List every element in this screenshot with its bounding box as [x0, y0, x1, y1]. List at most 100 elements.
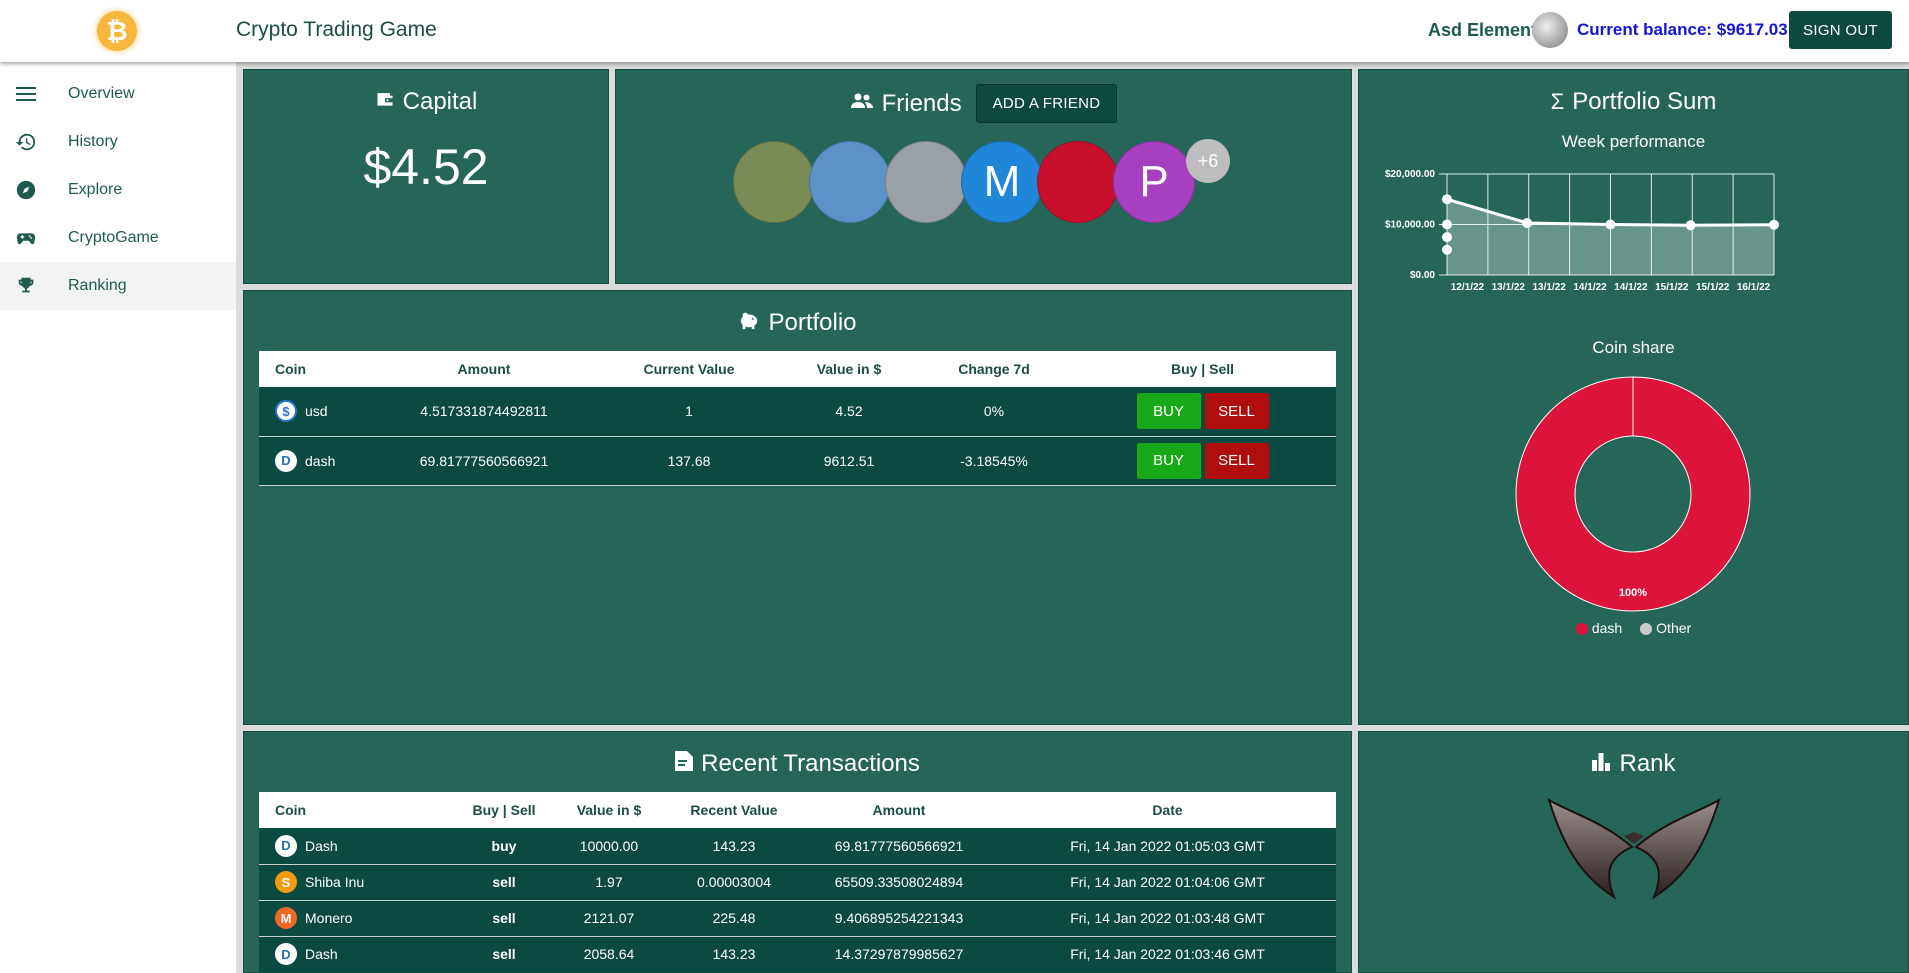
- column-header: Recent Value: [669, 792, 799, 828]
- portfolio-title-text: Portfolio: [768, 309, 857, 336]
- menu-icon: [14, 82, 38, 106]
- bar-chart-icon: [1591, 750, 1611, 778]
- monero-icon: M: [275, 907, 297, 929]
- coin-name: dash: [305, 452, 336, 469]
- add-friend-button[interactable]: ADD A FRIEND: [975, 84, 1118, 123]
- amount-cell: 69.81777560566921: [369, 436, 599, 486]
- transactions-table: Coin Buy | Sell Value in $ Recent Value …: [259, 792, 1336, 972]
- transactions-title-text: Recent Transactions: [701, 750, 920, 777]
- buy-button[interactable]: BUY: [1136, 442, 1201, 479]
- data-point[interactable]: [1769, 219, 1779, 230]
- data-point[interactable]: [1685, 220, 1696, 231]
- data-point[interactable]: [1442, 219, 1452, 230]
- column-header: Value in $: [779, 351, 919, 387]
- sidebar-item-label: CryptoGame: [68, 229, 159, 246]
- recent-value-cell: 143.23: [669, 936, 799, 972]
- history-icon: [14, 130, 38, 154]
- portfolio-title: Portfolio: [244, 309, 1351, 337]
- sidebar-item-ranking[interactable]: Ranking: [0, 262, 236, 310]
- bitcoin-logo-icon[interactable]: ₿: [97, 11, 137, 51]
- people-icon: [850, 90, 874, 118]
- portfolio-sum-title-text: Portfolio Sum: [1572, 88, 1717, 115]
- x-tick-label: 12/1/22: [1451, 282, 1485, 293]
- data-point[interactable]: [1442, 232, 1452, 243]
- friend-avatar[interactable]: [885, 141, 967, 223]
- type-cell: sell: [459, 864, 549, 901]
- x-tick-label: 13/1/22: [1492, 282, 1526, 293]
- column-header: Date: [999, 792, 1336, 828]
- coin-share-chart: 100%: [1515, 376, 1751, 612]
- friends-avatar-list: M P +6: [733, 139, 1351, 225]
- buy-button[interactable]: BUY: [1136, 393, 1201, 430]
- compass-icon: [14, 178, 38, 202]
- change-cell: -3.18545%: [919, 436, 1069, 486]
- sign-out-button[interactable]: SIGN OUT: [1789, 11, 1892, 49]
- legend-label: Other: [1656, 620, 1692, 636]
- legend-item-other[interactable]: Other: [1640, 620, 1691, 636]
- legend-item-dash[interactable]: dash: [1575, 620, 1622, 636]
- sidebar-item-label: Overview: [68, 85, 135, 102]
- friend-avatar[interactable]: [809, 141, 891, 223]
- portfolio-table: Coin Amount Current Value Value in $ Cha…: [259, 351, 1336, 486]
- y-tick-label: $0.00: [1410, 270, 1435, 281]
- usdc-icon: $: [275, 400, 297, 423]
- x-tick-label: 15/1/22: [1655, 282, 1689, 293]
- pie-data-label: 100%: [1619, 587, 1647, 599]
- data-point[interactable]: [1442, 244, 1452, 255]
- table-row: $ usd 4.517331874492811 1 4.52 0% BUY SELL: [259, 387, 1336, 437]
- sidebar-item-explore[interactable]: Explore: [0, 166, 236, 214]
- data-point[interactable]: [1522, 217, 1533, 228]
- table-row: D Dash sell 2058.64 143.23 14.37297879985…: [259, 936, 1336, 972]
- friend-avatar[interactable]: [1037, 141, 1119, 223]
- coin-share-title: Coin share: [1592, 338, 1675, 357]
- app-title: Crypto Trading Game: [236, 18, 437, 41]
- coin-share-legend: dash Other: [1359, 620, 1908, 636]
- value-cell: 2058.64: [549, 936, 669, 972]
- more-friends-badge[interactable]: +6: [1186, 139, 1230, 183]
- value-cell: 10000.00: [549, 828, 669, 865]
- coin-name: usd: [305, 403, 328, 420]
- friends-panel: Friends ADD A FRIEND M P +6: [615, 69, 1352, 284]
- friend-avatar[interactable]: P: [1113, 141, 1195, 223]
- trophy-icon: [14, 274, 38, 298]
- data-point[interactable]: [1442, 194, 1452, 205]
- column-header: Amount: [369, 351, 599, 387]
- amount-cell: 4.517331874492811: [369, 387, 599, 437]
- portfolio-sum-title: Σ Portfolio Sum: [1359, 88, 1908, 116]
- user-avatar[interactable]: [1532, 12, 1568, 48]
- sidebar-item-history[interactable]: History: [0, 118, 236, 166]
- sell-button[interactable]: SELL: [1204, 442, 1269, 479]
- sidebar-item-label: History: [68, 133, 118, 150]
- table-row: S Shiba Inu sell 1.97 0.00003004 65509.33…: [259, 864, 1336, 901]
- sell-button[interactable]: SELL: [1204, 393, 1269, 430]
- sidebar-item-overview[interactable]: Overview: [0, 70, 236, 118]
- week-performance-chart: $0.00 $10,000.00 $20,000.00 12/1/22 13/1/22 1…: [1385, 169, 1779, 293]
- friend-avatar[interactable]: M: [961, 141, 1043, 223]
- amount-cell: 69.81777560566921: [799, 828, 999, 865]
- recent-transactions-panel: Recent Transactions Coin Buy | Sell Valu…: [243, 731, 1352, 973]
- user-name: Asd Element: [1428, 20, 1538, 40]
- friend-avatar[interactable]: [733, 141, 815, 223]
- piggy-bank-icon: [738, 309, 760, 337]
- coin-name: Monero: [305, 910, 353, 926]
- date-cell: Fri, 14 Jan 2022 01:03:46 GMT: [999, 936, 1336, 972]
- column-header: Coin: [259, 792, 459, 828]
- recent-value-cell: 225.48: [669, 900, 799, 937]
- change-cell: 0%: [919, 387, 1069, 437]
- coin-name: Dash: [305, 837, 338, 854]
- date-cell: Fri, 14 Jan 2022 01:03:48 GMT: [999, 900, 1336, 937]
- sidebar-item-cryptogame[interactable]: CryptoGame: [0, 214, 236, 262]
- capital-title: Capital: [244, 88, 608, 116]
- column-header: Current Value: [599, 351, 779, 387]
- type-cell: buy: [459, 828, 549, 865]
- capital-panel: Capital $4.52: [243, 69, 609, 284]
- coin-name: Dash: [305, 946, 338, 962]
- sigma-icon: Σ: [1550, 89, 1565, 114]
- column-header: Buy | Sell: [1069, 351, 1336, 387]
- amount-cell: 65509.33508024894: [799, 864, 999, 901]
- gamepad-icon: [14, 226, 38, 250]
- rank-emblem-icon: [1359, 792, 1908, 902]
- capital-value: $4.52: [363, 139, 489, 195]
- data-point[interactable]: [1605, 219, 1616, 230]
- capital-title-text: Capital: [402, 88, 478, 115]
